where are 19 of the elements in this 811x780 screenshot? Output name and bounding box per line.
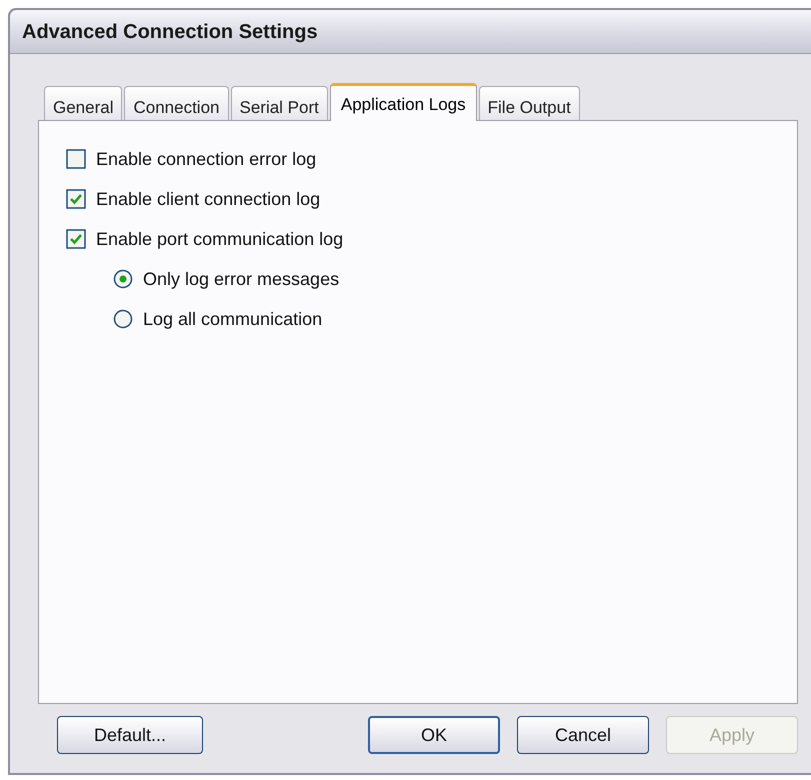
tab[interactable]: Connection	[124, 86, 228, 120]
checkbox-icon[interactable]	[66, 149, 86, 169]
window-title: Advanced Connection Settings	[22, 20, 318, 44]
dialog-button[interactable]: OK	[368, 716, 500, 754]
checkbox-checked-icon[interactable]	[66, 229, 86, 249]
tab[interactable]: Serial Port	[230, 86, 328, 120]
option-label: Log all communication	[143, 308, 322, 331]
tab[interactable]: File Output	[478, 86, 580, 120]
tab[interactable]: Application Logs	[330, 83, 477, 121]
option-label: Only log error messages	[143, 268, 340, 291]
radio-button[interactable]	[113, 269, 133, 289]
tab[interactable]: General	[44, 86, 122, 120]
checkbox-checked-icon[interactable]	[66, 189, 86, 209]
radio-button[interactable]	[113, 309, 133, 329]
option-label: Enable port communication log	[96, 228, 344, 251]
option-label: Enable connection error log	[96, 148, 316, 171]
dialog-button[interactable]: Cancel	[517, 716, 649, 754]
option-label: Enable client connection log	[96, 188, 320, 211]
dialog-button[interactable]: Default...	[57, 716, 203, 754]
